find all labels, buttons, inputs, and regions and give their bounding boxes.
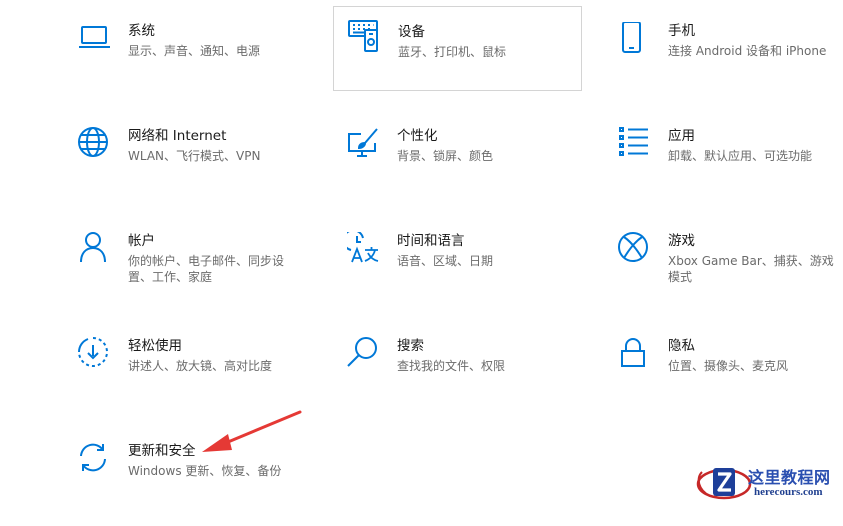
tile-title: 搜索	[397, 338, 424, 354]
annotation-arrow-icon	[202, 410, 302, 452]
tile-title: 应用	[668, 128, 695, 144]
tile-system[interactable]: 系统 显示、声音、通知、电源	[78, 22, 324, 106]
tile-accounts[interactable]: 帐户 你的帐户、电子邮件、同步设置、工作、家庭	[78, 232, 324, 316]
tile-title: 设备	[398, 24, 425, 40]
apps-list-icon	[618, 127, 652, 161]
tile-network[interactable]: 网络和 Internet WLAN、飞行模式、VPN	[78, 127, 324, 211]
tile-description: 语音、区域、日期	[397, 254, 494, 268]
tile-description: WLAN、飞行模式、VPN	[128, 149, 261, 163]
watermark: 这里教程网 herecours.com	[694, 460, 840, 504]
tile-description: 显示、声音、通知、电源	[128, 44, 261, 58]
tile-search[interactable]: 搜索 查找我的文件、权限	[347, 337, 593, 421]
tile-phone[interactable]: 手机 连接 Android 设备和 iPhone	[618, 22, 840, 106]
watermark-url-text: herecours.com	[754, 486, 823, 498]
paint-icon	[347, 127, 381, 161]
ease-of-access-icon	[78, 337, 112, 371]
lock-icon	[618, 337, 652, 371]
tile-title: 网络和 Internet	[128, 128, 227, 144]
tile-description: 位置、摄像头、麦克风	[668, 359, 789, 373]
watermark-chinese-text: 这里教程网	[748, 468, 831, 487]
phone-icon	[618, 22, 652, 56]
tile-title: 系统	[128, 23, 155, 39]
tile-personalization[interactable]: 个性化 背景、锁屏、颜色	[347, 127, 593, 211]
laptop-icon	[78, 22, 112, 56]
tile-description: 蓝牙、打印机、鼠标	[398, 45, 507, 59]
tile-description: 连接 Android 设备和 iPhone	[668, 44, 827, 58]
search-icon	[347, 337, 381, 371]
tile-description: Xbox Game Bar、捕获、游戏模式	[668, 254, 834, 284]
tile-description: 你的帐户、电子邮件、同步设置、工作、家庭	[128, 254, 285, 284]
tile-title: 时间和语言	[397, 233, 465, 249]
person-icon	[78, 232, 112, 266]
devices-icon	[348, 20, 382, 54]
tile-title: 个性化	[397, 128, 438, 144]
tile-title: 手机	[668, 23, 695, 39]
tile-description: Windows 更新、恢复、备份	[128, 464, 282, 478]
tile-description: 查找我的文件、权限	[397, 359, 506, 373]
tile-title: 隐私	[668, 338, 695, 354]
tile-title: 更新和安全	[128, 443, 196, 459]
tile-title: 游戏	[668, 233, 695, 249]
tile-title: 帐户	[128, 233, 155, 249]
tile-time-language[interactable]: 时间和语言 语音、区域、日期	[347, 232, 593, 316]
tile-description: 卸载、默认应用、可选功能	[668, 149, 813, 163]
tile-privacy[interactable]: 隐私 位置、摄像头、麦克风	[618, 337, 843, 421]
time-language-icon	[347, 232, 381, 266]
globe-icon	[78, 127, 112, 161]
tile-description: 讲述人、放大镜、高对比度	[128, 359, 273, 373]
tile-description: 背景、锁屏、颜色	[397, 149, 494, 163]
update-icon	[78, 442, 112, 476]
tile-apps[interactable]: 应用 卸载、默认应用、可选功能	[618, 127, 843, 211]
tile-gaming[interactable]: 游戏 Xbox Game Bar、捕获、游戏模式	[618, 232, 843, 316]
xbox-icon	[618, 232, 652, 266]
watermark-logo-icon	[696, 468, 752, 500]
tile-title: 轻松使用	[128, 338, 182, 354]
tile-devices[interactable]: 设备 蓝牙、打印机、鼠标	[333, 6, 582, 91]
